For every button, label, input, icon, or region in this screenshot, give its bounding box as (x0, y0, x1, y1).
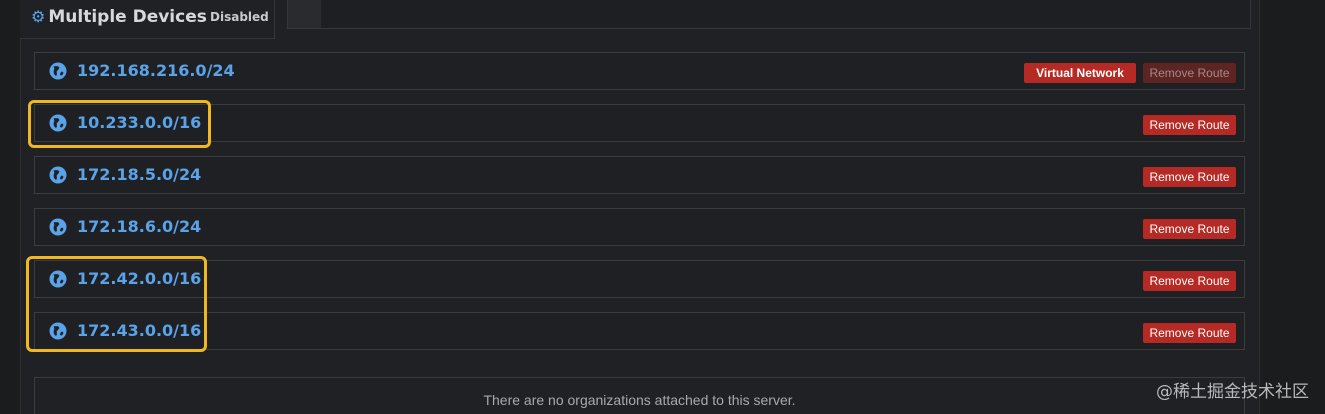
remove-route-button[interactable]: Remove Route (1143, 63, 1236, 83)
globe-icon (49, 322, 67, 340)
status-badge: Disabled (210, 10, 269, 24)
route-network: 172.18.5.0/24 (77, 165, 202, 184)
globe-icon (49, 114, 67, 132)
route-row: 192.168.216.0/24 Virtual Network Remove … (34, 52, 1245, 90)
server-title-text: Multiple Devices (48, 7, 207, 27)
route-row: 172.43.0.0/16 Remove Route (34, 312, 1245, 350)
remove-route-button[interactable]: Remove Route (1143, 271, 1236, 291)
route-row: 172.18.5.0/24 Remove Route (34, 156, 1245, 194)
remove-route-button[interactable]: Remove Route (1143, 115, 1236, 135)
globe-icon (49, 270, 67, 288)
route-row: 10.233.0.0/16 Remove Route (34, 104, 1245, 142)
globe-icon (49, 62, 67, 80)
route-network: 172.43.0.0/16 (77, 321, 202, 340)
gear-icon: ⚙ (31, 7, 46, 26)
globe-icon (49, 166, 67, 184)
watermark: @稀土掘金技术社区 (1156, 382, 1309, 402)
remove-route-button[interactable]: Remove Route (1143, 219, 1236, 239)
organizations-empty-message: There are no organizations attached to t… (483, 392, 796, 408)
remove-route-button[interactable]: Remove Route (1143, 167, 1236, 187)
remove-route-button[interactable]: Remove Route (1143, 323, 1236, 343)
route-row: 172.18.6.0/24 Remove Route (34, 208, 1245, 246)
route-network: 10.233.0.0/16 (77, 113, 202, 132)
header-field[interactable] (287, 0, 1251, 29)
server-title: ⚙ Multiple Devices (31, 7, 207, 27)
header-field-segment (288, 0, 321, 28)
route-row: 172.42.0.0/16 Remove Route (34, 260, 1245, 298)
globe-icon (49, 218, 67, 236)
virtual-network-button[interactable]: Virtual Network (1024, 63, 1136, 83)
route-network: 192.168.216.0/24 (77, 61, 235, 80)
route-network: 172.42.0.0/16 (77, 269, 202, 288)
route-network: 172.18.6.0/24 (77, 217, 202, 236)
organizations-section: There are no organizations attached to t… (34, 377, 1245, 414)
server-routes-page: ⚙ Multiple Devices Disabled 192.168.216.0… (0, 0, 1325, 414)
